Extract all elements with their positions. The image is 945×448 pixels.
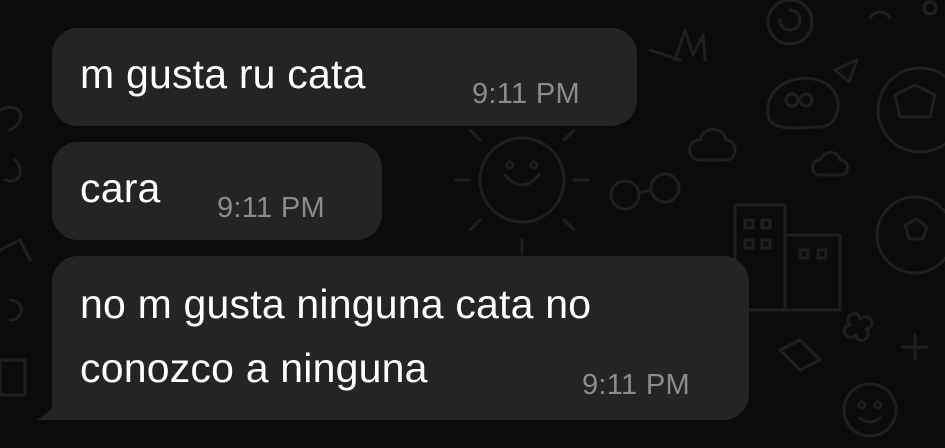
bubble-tail — [36, 396, 66, 420]
message-timestamp: 9:11 PM — [217, 192, 325, 224]
message-bubble[interactable]: m gusta ru cata 9:11 PM — [52, 28, 637, 126]
message-text: conozco a ninguna — [80, 345, 428, 391]
message-bubble[interactable]: cara 9:11 PM — [52, 142, 382, 240]
message-text: m gusta ru cata — [80, 51, 366, 97]
message-bubble[interactable]: no m gusta ninguna cata no conozco a nin… — [52, 256, 749, 420]
message-timestamp: 9:11 PM — [582, 369, 690, 401]
message-timestamp: 9:11 PM — [472, 78, 580, 110]
message-text: no m gusta ninguna cata no — [80, 281, 592, 327]
message-text: cara — [80, 165, 161, 211]
